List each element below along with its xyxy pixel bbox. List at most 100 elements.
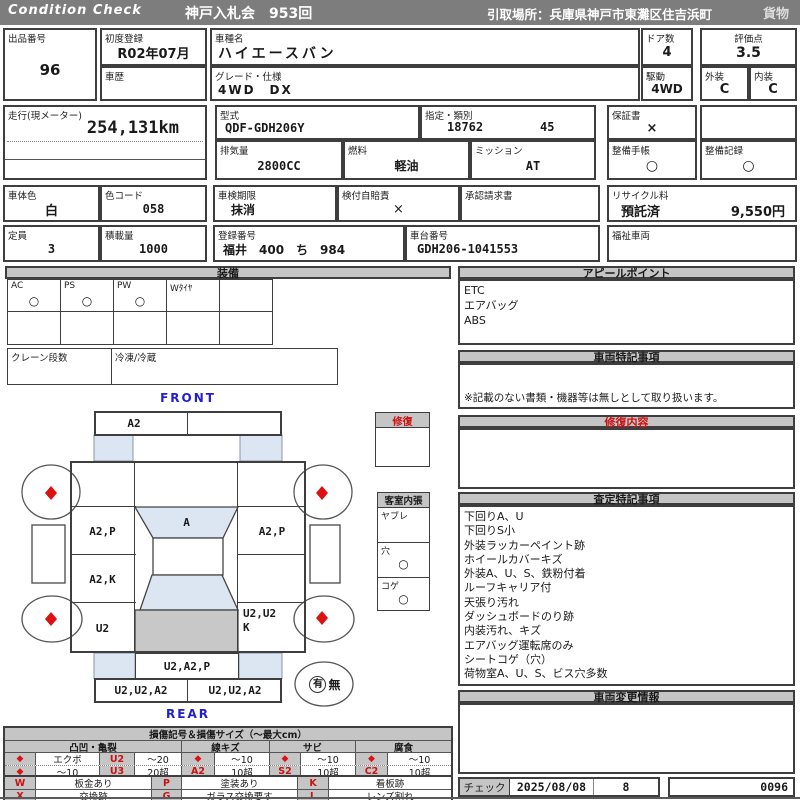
windshield-code: A xyxy=(183,516,190,529)
inspection-cell: 車検期限 抹消 xyxy=(213,185,337,222)
fridge-cell: 冷凍/冷蔵 xyxy=(111,348,338,385)
rear-bumper-corner-left xyxy=(93,652,136,680)
assessment-line: 外装ラッカーペイント跡 xyxy=(464,538,585,552)
legend-code-p: P xyxy=(152,777,182,789)
welfare-cell: 福祉車両 xyxy=(607,225,797,262)
check-box: チェック 2025/08/08 8 xyxy=(458,777,660,797)
score-cell: 評価点 3.5 xyxy=(700,28,797,66)
legend-cell: エクボ xyxy=(36,753,100,765)
pickup-location: 引取場所：兵庫県神戸市東灘区住吉浜町 xyxy=(487,7,713,22)
insurance-cell: 検付自賠責 × xyxy=(337,185,460,222)
assessment-line: 内装汚れ、キズ xyxy=(464,624,542,638)
body-color-cell: 車体色 白 xyxy=(3,185,100,222)
repair-mini-title: 修復 xyxy=(376,413,429,428)
mileage-label: 走行(現メーター) xyxy=(8,111,82,122)
body-hline xyxy=(237,602,306,603)
interior-row-tear: ヤブレ xyxy=(378,508,429,543)
lot-number-cell: 出品番号 96 xyxy=(3,28,97,101)
equipment-value-ac: ○ xyxy=(28,294,40,308)
recycle-status: 預託済 xyxy=(621,205,661,220)
equipment-cell-empty-5 xyxy=(166,311,220,345)
model-name-value: ハイエースバン xyxy=(218,45,337,62)
warranty-cell: 保証書 × xyxy=(607,105,697,140)
assessment-line: 下回りS小 xyxy=(464,524,515,538)
class-cell: 指定・類別 18762 45 xyxy=(420,105,596,140)
front-door-left-code: A2,P xyxy=(89,524,116,538)
warranty-extra-cell xyxy=(700,105,797,140)
mileage-solid-divider xyxy=(5,159,205,160)
recycle-cell: リサイクル料 預託済 9,550円 xyxy=(607,185,797,222)
windshield-pillar-left xyxy=(93,434,134,462)
maintenance-book-value: ○ xyxy=(645,157,659,174)
diamond-icon: ◆ xyxy=(182,753,215,765)
diamond-icon: ◆ xyxy=(356,753,388,765)
equipment-label-pw: PW xyxy=(117,281,132,291)
vehicle-notes-body: ※記載のない書類・機器等は無しとして取り扱います。 xyxy=(458,363,795,409)
equipment-cell-ac: AC ○ xyxy=(7,279,61,312)
legend-group-dent: 凸凹・亀裂 xyxy=(5,741,182,752)
repair-mini-box: 修復 xyxy=(375,412,430,467)
legend-cell: ～20 xyxy=(135,753,182,765)
fridge-label: 冷凍/冷蔵 xyxy=(115,353,157,364)
history-label: 車歴 xyxy=(105,72,125,83)
equipment-grid: AC ○ PS ○ PW ○ Wﾀｲﾔ xyxy=(7,279,273,345)
approval-label: 承認請求書 xyxy=(465,191,513,202)
brand-title: Condition Check xyxy=(8,3,142,18)
class-value-2: 45 xyxy=(540,120,555,134)
appeal-header: アピールポイント xyxy=(458,266,795,280)
transmission-cell: ミッション AT xyxy=(470,140,596,180)
body-color-value: 白 xyxy=(44,203,58,219)
interior-grade-cell: 内装 C xyxy=(749,66,797,101)
equipment-cell-empty-1 xyxy=(219,279,273,312)
change-info-body xyxy=(458,703,795,774)
recycle-label: リサイクル料 xyxy=(612,191,669,202)
repair-content-body xyxy=(458,428,795,489)
auction-sheet: Condition Check 神戸入札会 953回 引取場所：兵庫県神戸市東灘… xyxy=(0,0,800,800)
code-row-1: W 板金あり P 塗装あり K 看板跡 xyxy=(5,777,451,789)
equipment-cell-ps: PS ○ xyxy=(60,279,114,312)
doors-cell: ドア数 4 xyxy=(641,28,693,66)
legend-title: 損傷記号＆損傷サイズ（～最大cm） xyxy=(5,728,451,740)
chassis-value: GDH206-1041553 xyxy=(417,242,519,256)
equipment-value-ps: ○ xyxy=(81,294,93,308)
transmission-value: AT xyxy=(525,158,541,173)
fuel-value: 軽油 xyxy=(394,159,419,173)
rear-quarter-right-code-1: U2,U2 xyxy=(243,607,277,620)
rear-label: REAR xyxy=(166,706,210,721)
presence-yes-circled: 有 xyxy=(309,676,327,693)
check-date: 2025/08/08 xyxy=(510,779,594,795)
warranty-value: × xyxy=(646,120,658,136)
legend-code-k: K xyxy=(298,777,329,789)
model-code-value: QDF-GDH206Y xyxy=(225,121,305,135)
equipment-value-pw: ○ xyxy=(134,294,146,308)
top-header-bar: Condition Check 神戸入札会 953回 引取場所：兵庫県神戸市東灘… xyxy=(0,0,800,25)
displacement-cell: 排気量 2800CC xyxy=(215,140,343,180)
front-door-right-code: A2,P xyxy=(258,524,286,538)
lot-number-value: 96 xyxy=(39,61,61,79)
rear-quarter-right-codes: U2,U2 K xyxy=(243,607,276,635)
inspection-value: 抹消 xyxy=(231,202,256,217)
score-value: 3.5 xyxy=(736,44,761,61)
damage-legend-table: 損傷記号＆損傷サイズ（～最大cm） 凸凹・亀裂 線キズ サビ 腐食 ◆ エクボ … xyxy=(3,726,453,779)
legend-data-row-1: ◆ エクボ U2 ～20 ◆ ～10 ◆ ～10 ◆ ～10 xyxy=(5,752,451,765)
crane-cell: クレーン段数 xyxy=(7,348,112,385)
color-code-value: 058 xyxy=(142,202,165,216)
assessment-line: エアバッグ運転席のみ xyxy=(464,638,574,652)
rear-bumper-left-code: U2,U2,A2 xyxy=(114,684,168,697)
model-name-cell: 車種名 ハイエースバン xyxy=(210,28,640,66)
equipment-label-ac: AC xyxy=(11,281,24,291)
doors-value: 4 xyxy=(662,45,672,60)
interior-row-hole: 穴 ○ xyxy=(378,543,429,578)
vehicle-notes-disclaimer: ※記載のない書類・機器等は無しとして取り扱います。 xyxy=(464,392,724,404)
legend-title-row: 損傷記号＆損傷サイズ（～最大cm） xyxy=(5,728,451,740)
bottom-edge-line xyxy=(0,797,800,799)
vehicle-notes-header: 車両特記事項 xyxy=(458,350,795,364)
check-code: 0096 xyxy=(668,777,795,797)
recycle-fee: 9,550円 xyxy=(730,205,785,220)
appeal-line-1: ETC xyxy=(464,284,485,297)
legend-desc-k: 看板跡 xyxy=(375,779,405,789)
insurance-value: × xyxy=(393,201,404,217)
assessment-line: 荷物室A、U、S、ビス穴多数 xyxy=(464,667,608,681)
front-label: FRONT xyxy=(160,390,216,405)
plate-cell: 登録番号 福井 400 ち 984 xyxy=(213,225,405,262)
